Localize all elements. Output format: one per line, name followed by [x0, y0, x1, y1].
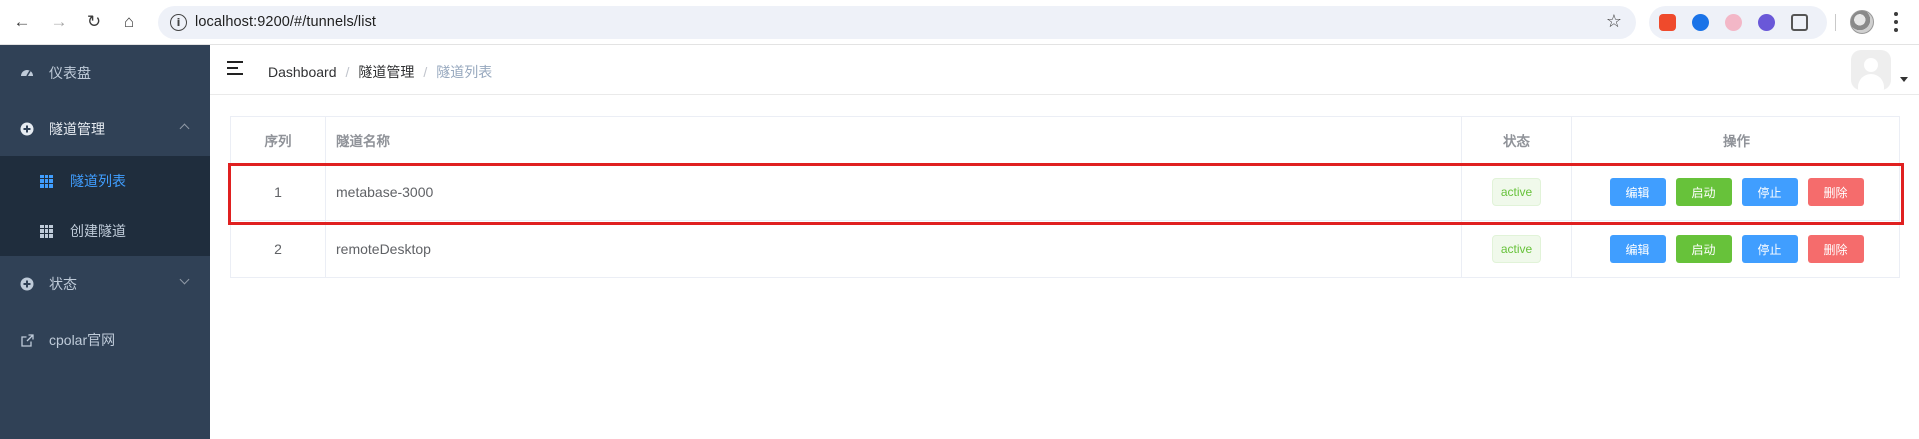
tunnel-table: 序列 隧道名称 状态 操作 1 metabase-3000 active 编辑 … [230, 116, 1900, 278]
header-name: 隧道名称 [326, 117, 1462, 163]
toolbar-divider [1835, 14, 1836, 31]
extension-icon[interactable] [1758, 14, 1775, 31]
breadcrumb-tunnel-management[interactable]: 隧道管理 [358, 62, 414, 82]
external-link-icon [20, 333, 34, 347]
status-cell: active [1462, 221, 1572, 277]
edit-button[interactable]: 编辑 [1609, 235, 1666, 263]
delete-button[interactable]: 删除 [1807, 235, 1864, 263]
table-header-row: 序列 隧道名称 状态 操作 [231, 117, 1899, 164]
stop-button[interactable]: 停止 [1741, 178, 1798, 206]
extension-icon[interactable] [1725, 14, 1742, 31]
site-info-icon[interactable]: i [170, 14, 187, 31]
sidebar-item-tunnel-list[interactable]: 隧道列表 [0, 156, 210, 206]
sidebar-item-status[interactable]: 状态 [0, 256, 210, 312]
forward-icon[interactable]: → [47, 10, 71, 34]
sidebar-item-label: 创建隧道 [70, 223, 126, 239]
status-badge: active [1491, 235, 1542, 263]
table-row: 1 metabase-3000 active 编辑 启动 停止 删除 [231, 164, 1899, 221]
status-cell: active [1462, 164, 1572, 220]
back-icon[interactable]: ← [10, 10, 34, 34]
sidebar-item-label: cpolar官网 [49, 332, 116, 348]
submenu: 隧道列表 创建隧道 [0, 156, 210, 256]
reload-icon[interactable]: ↻ [82, 10, 106, 34]
tunnel-name: metabase-3000 [326, 164, 1462, 220]
extension-icon[interactable] [1692, 14, 1709, 31]
delete-button[interactable]: 删除 [1807, 178, 1864, 206]
table-row: 2 remoteDesktop active 编辑 启动 停止 删除 [231, 221, 1899, 278]
grid-icon [40, 174, 53, 188]
stop-button[interactable]: 停止 [1741, 235, 1798, 263]
sidebar-item-label: 状态 [49, 276, 77, 292]
chevron-up-icon [179, 123, 190, 134]
grid-icon [40, 224, 53, 238]
row-index: 2 [231, 221, 326, 277]
actions-cell: 编辑 启动 停止 删除 [1572, 164, 1901, 220]
browser-toolbar: ← → ↻ ⌂ i localhost:9200/#/tunnels/list … [0, 0, 1919, 45]
tunnel-icon [20, 122, 34, 136]
start-button[interactable]: 启动 [1675, 235, 1732, 263]
url-text[interactable]: localhost:9200/#/tunnels/list [195, 14, 376, 30]
chevron-down-icon [179, 274, 190, 285]
breadcrumb-separator: / [345, 64, 350, 80]
profile-avatar-icon[interactable] [1850, 10, 1874, 34]
status-badge: active [1491, 178, 1542, 206]
tunnel-name: remoteDesktop [326, 221, 1462, 277]
address-bar[interactable]: i localhost:9200/#/tunnels/list ☆ [158, 6, 1636, 39]
status-icon [20, 277, 34, 291]
sidebar-item-create-tunnel[interactable]: 创建隧道 [0, 206, 210, 256]
bookmark-star-icon[interactable]: ☆ [1606, 11, 1622, 32]
actions-cell: 编辑 启动 停止 删除 [1572, 221, 1901, 277]
extensions-bar [1649, 6, 1827, 39]
sidebar-item-label: 仪表盘 [49, 65, 91, 81]
extensions-puzzle-icon[interactable] [1791, 14, 1808, 31]
breadcrumb: Dashboard / 隧道管理 / 隧道列表 [268, 62, 492, 82]
avatar[interactable] [1851, 50, 1891, 90]
sidebar-item-dashboard[interactable]: 仪表盘 [0, 45, 210, 101]
dashboard-icon [20, 66, 34, 80]
extension-icon[interactable] [1659, 14, 1676, 31]
breadcrumb-current: 隧道列表 [436, 64, 493, 80]
top-navbar: Dashboard / 隧道管理 / 隧道列表 [210, 45, 1919, 95]
sidebar-item-cpolar-site[interactable]: cpolar官网 [0, 312, 210, 368]
sidebar-item-tunnel-management[interactable]: 隧道管理 [0, 101, 210, 157]
sidebar: 仪表盘 隧道管理 隧道列表 创建隧道 状态 cpolar官网 [0, 45, 210, 439]
row-index: 1 [231, 164, 326, 220]
breadcrumb-separator: / [423, 64, 428, 80]
header-actions: 操作 [1723, 134, 1750, 149]
start-button[interactable]: 启动 [1675, 178, 1732, 206]
header-status: 状态 [1462, 117, 1572, 163]
header-index: 序列 [231, 117, 326, 163]
sidebar-item-label: 隧道管理 [49, 121, 105, 137]
caret-down-icon[interactable] [1900, 77, 1908, 82]
breadcrumb-dashboard[interactable]: Dashboard [268, 64, 337, 80]
browser-menu-icon[interactable] [1893, 10, 1899, 34]
home-icon[interactable]: ⌂ [117, 10, 141, 34]
sidebar-item-label: 隧道列表 [70, 173, 126, 189]
sidebar-toggle-icon[interactable] [227, 61, 243, 75]
edit-button[interactable]: 编辑 [1609, 178, 1666, 206]
